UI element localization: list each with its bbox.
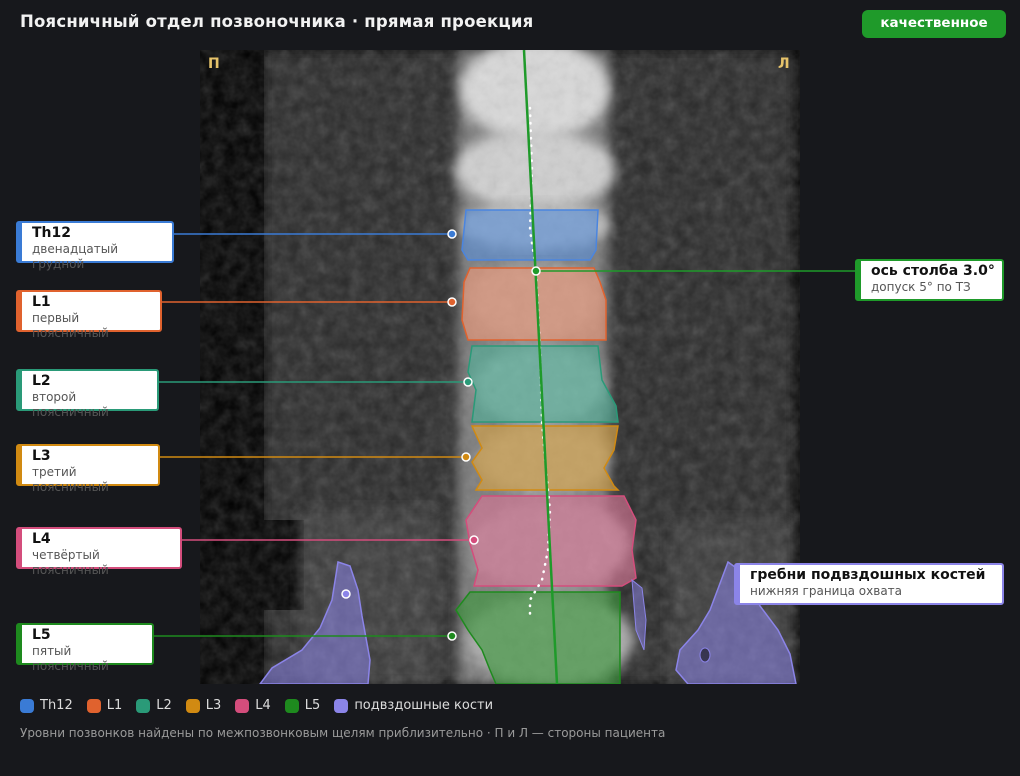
legend-item-th12: Th12	[20, 698, 73, 713]
l1-marker	[447, 297, 457, 307]
label-l3-desc: третий поясничный	[32, 465, 109, 494]
legend-item-l5: L5	[284, 698, 321, 713]
legend-label: L2	[156, 698, 172, 713]
legend-swatch	[86, 698, 101, 713]
legend-item-iliac: подвздошные кости	[334, 698, 493, 713]
label-l3-name: L3	[32, 448, 51, 464]
legend-swatch	[284, 698, 299, 713]
label-th12: Th12 двенадцатый грудной	[16, 221, 174, 271]
l4-marker	[469, 535, 479, 545]
axis-name: ось столба	[871, 263, 959, 279]
axis-angle: 3.0°	[963, 263, 995, 279]
l2-marker	[463, 377, 473, 387]
axis-tolerance: допуск 5° по ТЗ	[871, 280, 971, 294]
l5-marker	[447, 631, 457, 641]
legend-item-l2: L2	[136, 698, 172, 713]
label-l2: L2 второй поясничный	[16, 369, 159, 419]
label-l5-desc: пятый поясничный	[32, 644, 109, 673]
label-l1: L1 первый поясничный	[16, 290, 162, 340]
label-th12-desc: двенадцатый грудной	[32, 242, 119, 271]
label-l5: L5 пятый поясничный	[16, 623, 154, 673]
label-l2-desc: второй поясничный	[32, 390, 109, 419]
iliac-desc: нижняя граница охвата	[750, 584, 903, 598]
legend-swatch	[20, 698, 34, 713]
label-l1-name: L1	[32, 294, 51, 310]
label-l5-name: L5	[32, 627, 51, 643]
label-l1-desc: первый поясничный	[32, 311, 109, 340]
label-th12-name: Th12	[32, 225, 71, 241]
legend-label: подвздошные кости	[354, 698, 494, 713]
label-l4-desc: четвёртый поясничный	[32, 548, 109, 577]
iliac-name: гребни подвздошных костей	[750, 567, 986, 583]
legend-swatch	[235, 698, 250, 713]
legend: Th12 L1 L2 L3 L4 L5 подвздошные кости	[20, 698, 493, 713]
iliac-right-marker	[341, 589, 351, 599]
label-l3: L3 третий поясничный	[16, 444, 160, 494]
legend-label: Th12	[40, 698, 73, 713]
label-spine-axis: ось столба 3.0° допуск 5° по ТЗ	[855, 259, 1004, 301]
legend-label: L3	[205, 698, 222, 713]
legend-swatch	[136, 698, 151, 713]
legend-swatch	[185, 698, 200, 713]
label-iliac-crests: гребни подвздошных костей нижняя граница…	[734, 563, 1004, 605]
label-l4-name: L4	[32, 531, 51, 547]
legend-label: L1	[106, 698, 123, 713]
axis-marker	[531, 266, 541, 276]
footnote: Уровни позвонков найдены по межпозвонков…	[20, 726, 666, 740]
legend-item-l1: L1	[86, 698, 123, 713]
l3-marker	[461, 452, 471, 462]
legend-swatch	[334, 698, 349, 713]
label-l2-name: L2	[32, 373, 51, 389]
legend-label: L4	[255, 698, 271, 713]
label-l4: L4 четвёртый поясничный	[16, 527, 182, 577]
legend-label: L5	[304, 698, 321, 713]
legend-item-l4: L4	[235, 698, 271, 713]
th12-marker	[447, 229, 457, 239]
legend-item-l3: L3	[185, 698, 222, 713]
